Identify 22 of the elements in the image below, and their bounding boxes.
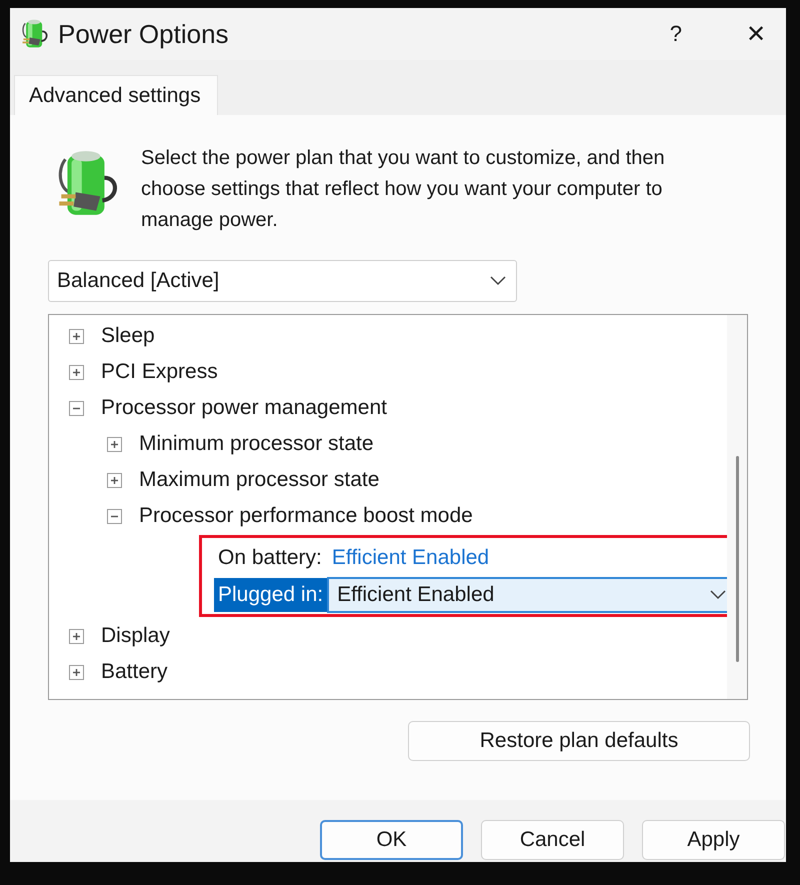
tree-item[interactable]: Battery: [101, 660, 168, 684]
tree-item[interactable]: PCI Express: [101, 360, 218, 384]
tree-item[interactable]: Sleep: [101, 324, 155, 348]
close-button[interactable]: ✕: [746, 20, 766, 48]
setting-label: Plugged in:: [214, 578, 328, 612]
tree-item[interactable]: Display: [101, 624, 170, 648]
tree-item[interactable]: Maximum processor state: [139, 468, 380, 492]
dialog-button[interactable]: Cancel: [481, 820, 624, 860]
tree-item[interactable]: Minimum processor state: [139, 432, 374, 456]
window-title: Power Options: [58, 18, 230, 50]
restore-defaults-button[interactable]: Restore plan defaults: [408, 721, 750, 761]
tab[interactable]: Advanced settings: [14, 75, 218, 115]
setting-label: On battery:: [217, 544, 323, 570]
help-button[interactable]: ?: [670, 21, 682, 47]
setting-dropdown[interactable]: Efficient Enabled: [327, 576, 727, 612]
description-text: Select the power plan that you want to customize, and then choose settings that reflect how you want your computer to manage power.: [141, 146, 666, 233]
plan-dropdown[interactable]: Balanced [Active]: [48, 260, 517, 302]
dialog-button[interactable]: OK: [320, 820, 463, 860]
setting-value-link[interactable]: Efficient Enabled: [332, 546, 490, 570]
dialog-button[interactable]: Apply: [642, 820, 785, 860]
tree-item[interactable]: Processor power management: [101, 396, 387, 420]
tree-item[interactable]: Processor performance boost mode: [139, 504, 473, 528]
